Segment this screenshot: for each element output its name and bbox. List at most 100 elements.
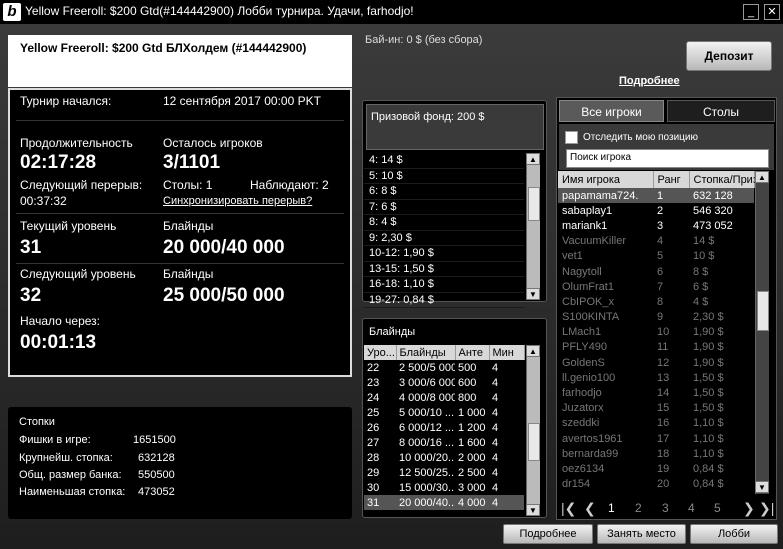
pager-prev-icon[interactable]: ❮ [584,500,596,517]
details-button[interactable]: Подробнее [503,524,593,544]
cell: 4 $ [693,295,709,308]
pager-page[interactable]: 2 [635,501,642,515]
scroll-down-icon[interactable]: ▼ [755,481,769,493]
table-row[interactable]: mariank1 3 473 052 [558,218,754,233]
next-break-value: 00:37:32 [20,194,67,208]
column-header[interactable]: Анте [455,345,490,360]
scroll-up-icon[interactable]: ▲ [526,153,540,165]
table-row[interactable]: LMach1 10 1,90 $ [558,325,754,340]
column-header[interactable]: Стопка/Приз [689,171,758,188]
cell: 11 [657,341,669,354]
table-row[interactable]: avertos1961 17 1,10 $ [558,431,754,446]
table-row[interactable]: Nagytoll 6 8 $ [558,264,754,279]
table-row[interactable]: Juzatorx 15 1,50 $ [558,401,754,416]
scroll-up-icon[interactable]: ▲ [755,171,769,183]
prize-scrollbar[interactable]: ▲ ▼ [526,153,540,300]
cell: 7 [657,280,664,293]
stacks-panel: Стопки Фишки в игре: 1651500 Крупнейш. с… [8,407,352,519]
scroll-thumb[interactable] [528,187,540,221]
track-position-row[interactable]: Отследить мою позицию [565,131,698,144]
scroll-thumb[interactable] [757,291,769,331]
tab-tables[interactable]: Столы [667,100,775,122]
pager-next-icon[interactable]: ❯ [743,500,755,517]
search-input[interactable]: Поиск игрока [566,149,769,168]
cell: 31 [367,496,380,509]
cell: GoldenS [562,356,605,369]
table-row[interactable]: 23 3 000/6 000 600 4 [364,375,524,390]
minimize-button[interactable]: _ [743,4,759,20]
cell: 1,90 $ [693,326,724,339]
take-seat-button[interactable]: Занять место [597,524,686,544]
scroll-down-icon[interactable]: ▼ [526,504,540,516]
table-row[interactable]: szeddki 16 1,10 $ [558,416,754,431]
track-checkbox[interactable] [565,131,578,144]
list-item: 13-15: 1,50 $ [364,262,524,277]
pager-first-icon[interactable]: |❮ [561,500,576,517]
table-row[interactable]: GoldenS 12 1,90 $ [558,355,754,370]
table-row[interactable]: S100KINTA 9 2,30 $ [558,310,754,325]
list-item: 19-27: 0,84 $ [364,293,524,308]
cell: PFLY490 [562,341,608,354]
table-row[interactable]: OlumFrat1 7 6 $ [558,279,754,294]
table-row[interactable]: 24 4 000/8 000 800 4 [364,390,524,405]
divider [16,213,344,214]
pager-page[interactable]: 1 [608,501,615,515]
column-header[interactable]: Имя игрока [558,171,654,188]
table-row[interactable]: 27 8 000/16 ... 1 600 4 [364,435,524,450]
lobby-button[interactable]: Лобби [690,524,778,544]
tournament-name: Yellow Freeroll: $200 Gtd БЛХолдем (#144… [8,35,352,87]
blinds-scrollbar[interactable]: ▲ ▼ [526,345,540,516]
pager-page[interactable]: 3 [662,501,669,515]
column-header[interactable]: Уро... [364,345,397,360]
cell: Juzatorx [562,402,604,415]
column-header[interactable]: Мин [489,345,525,360]
started-value: 12 сентября 2017 00:00 PKT [163,94,321,108]
cell: 0,84 $ [693,462,724,475]
players-scrollbar[interactable]: ▲ ▼ [755,171,769,494]
table-row[interactable]: 26 6 000/12 ... 1 200 4 [364,420,524,435]
scroll-down-icon[interactable]: ▼ [526,288,540,300]
pager-page[interactable]: 5 [714,501,721,515]
table-row[interactable]: VacuumKiller 4 14 $ [558,234,754,249]
table-row[interactable]: dr154 20 0,84 $ [558,477,754,492]
players-table: Имя игрока Ранг Стопка/Приз papamama724.… [558,171,758,492]
pager-last-icon[interactable]: ❯| [759,500,774,517]
table-row[interactable]: 25 5 000/10 ... 1 000 4 [364,405,524,420]
more-info-link[interactable]: Подробнее [619,75,680,87]
prize-list[interactable]: 4: 14 $ 5: 10 $ 6: 8 $ 7: 6 $ 8: 4 $ 9: … [364,153,524,308]
table-row-selected[interactable]: 31 20 000/40... 4 000 4 [364,495,524,510]
stack-value: 473052 [138,486,175,498]
table-row[interactable]: oez6134 19 0,84 $ [558,461,754,476]
pager-page[interactable]: 4 [688,501,695,515]
table-row[interactable]: vet1 5 10 $ [558,249,754,264]
table-row[interactable]: PFLY490 11 1,90 $ [558,340,754,355]
table-row[interactable]: farhodjo 14 1,50 $ [558,385,754,400]
table-row[interactable]: ll.genio100 13 1,50 $ [558,370,754,385]
cell: 8 [657,295,664,308]
column-header[interactable]: Ранг [653,171,690,188]
tab-all-players[interactable]: Все игроки [559,100,664,122]
table-row-selected[interactable]: papamama724. 1 632 128 [558,188,754,204]
scroll-up-icon[interactable]: ▲ [526,345,540,357]
column-header[interactable]: Блайнды [396,345,456,360]
table-row[interactable]: 22 2 500/5 000 500 4 [364,360,524,375]
starts-in-value: 00:01:13 [20,332,97,353]
table-row[interactable]: bernarda99 18 1,10 $ [558,446,754,461]
table-row[interactable]: 29 12 500/25... 2 500 4 [364,465,524,480]
table-row[interactable]: 28 10 000/20... 2 000 4 [364,450,524,465]
table-row[interactable]: sabaplay1 2 546 320 [558,203,754,218]
table-row[interactable]: CbIPOK_x 8 4 $ [558,294,754,309]
cell: Nagytoll [562,265,602,278]
cell: 4 [492,466,499,479]
scroll-thumb[interactable] [528,423,540,461]
close-button[interactable]: ✕ [764,4,780,20]
cell: 2 000 [458,451,486,464]
sync-break-link[interactable]: Синхронизировать перерыв? [163,195,312,207]
cell: 23 [367,376,380,389]
cell: 1,10 $ [693,432,724,445]
list-item: 5: 10 $ [364,169,524,184]
stack-label: Крупнейш. стопка: [19,452,113,464]
table-row[interactable]: 30 15 000/30... 3 000 4 [364,480,524,495]
deposit-button[interactable]: Депозит [686,41,772,71]
cell: 4 [492,451,499,464]
